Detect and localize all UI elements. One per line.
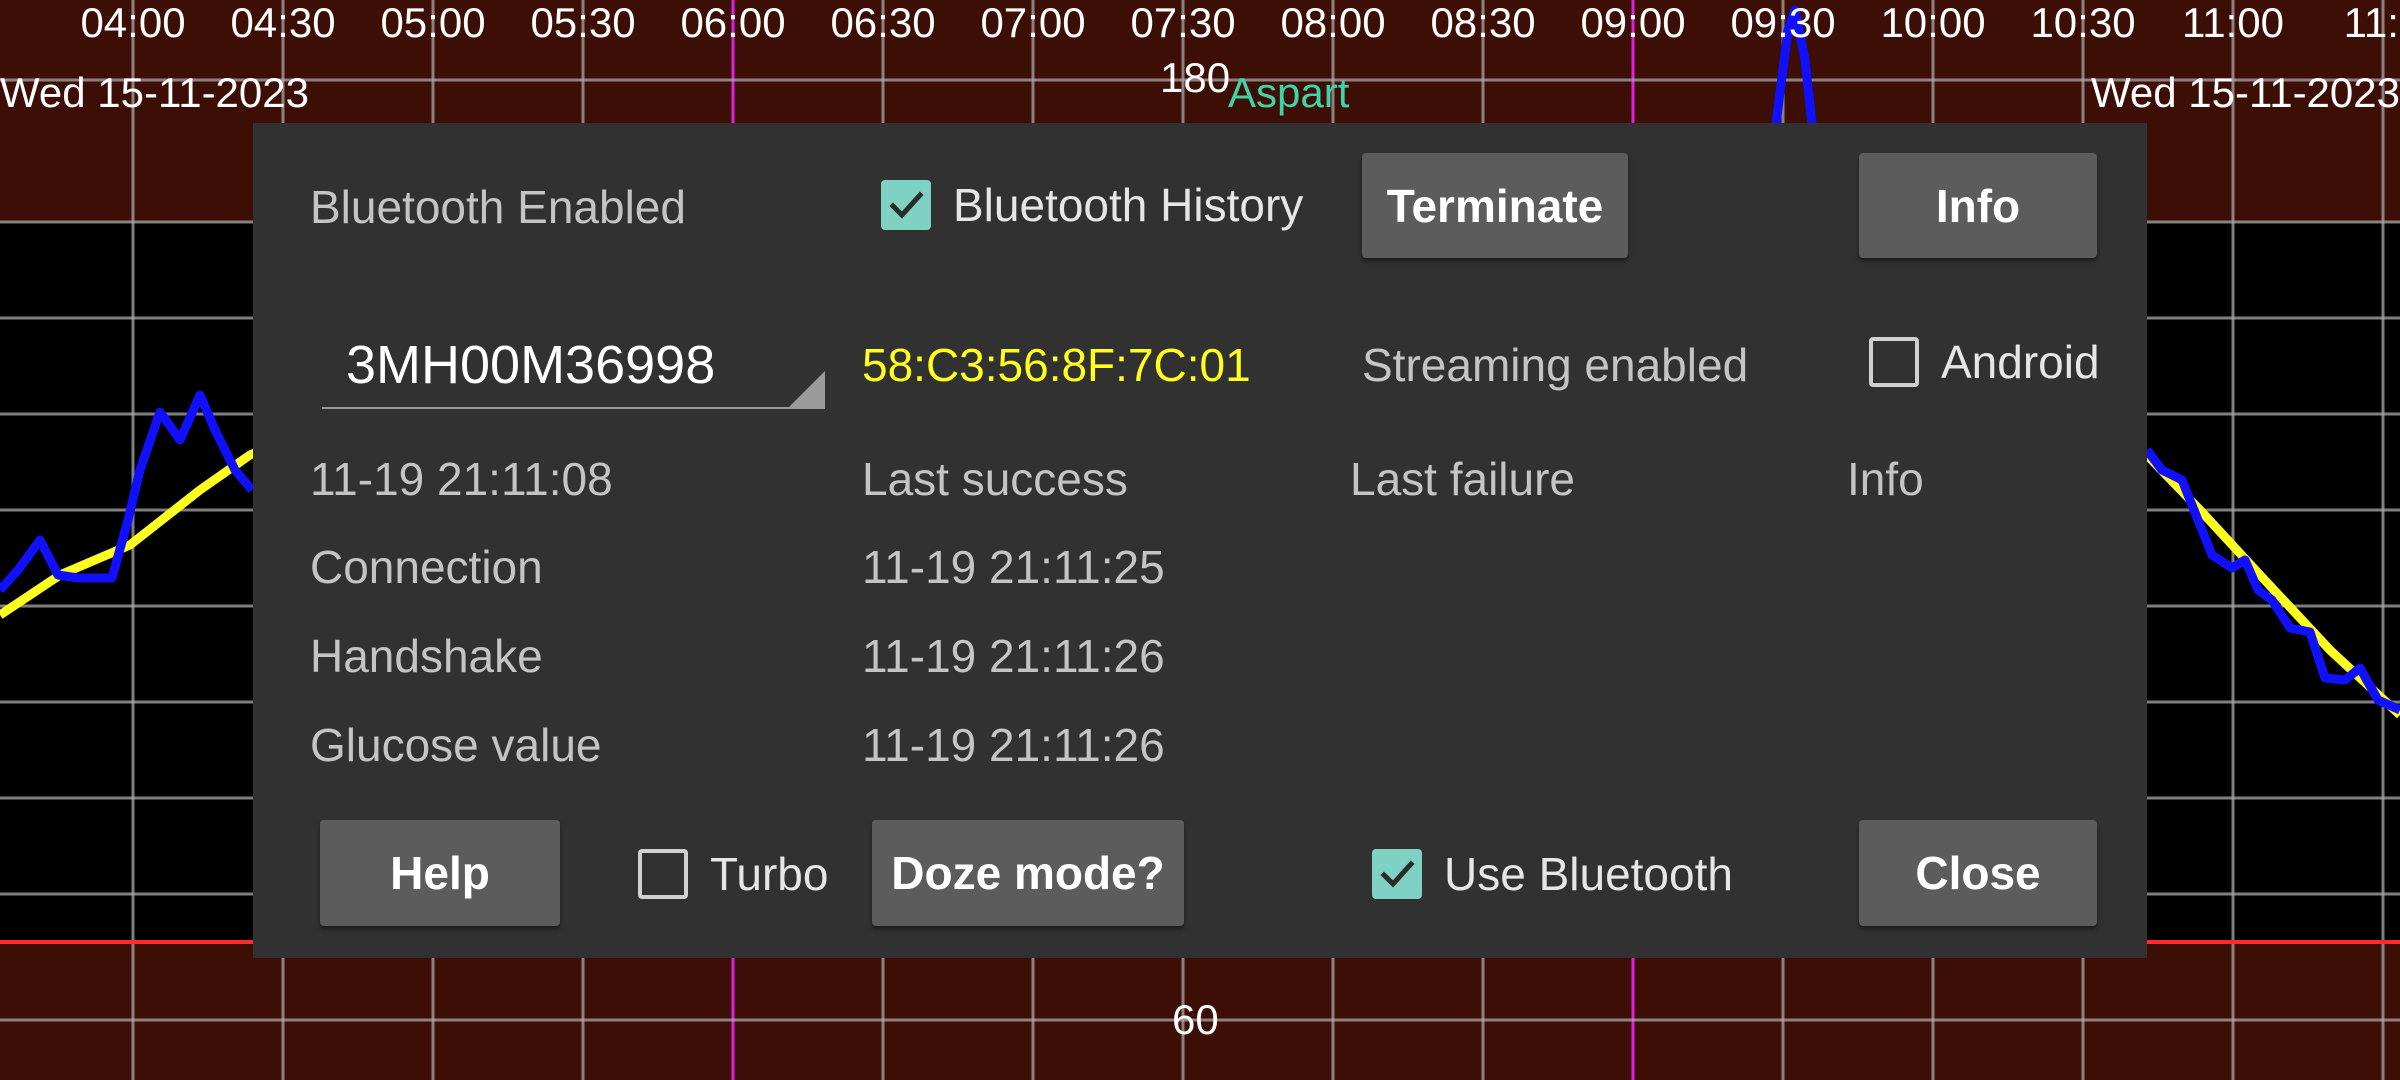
date-label-right: Wed 15-11-2023 xyxy=(2091,69,2400,116)
mac-address: 58:C3:56:8F:7C:01 xyxy=(862,339,1251,391)
low-level-label: 60 xyxy=(1172,996,1219,1043)
connection-label: Connection xyxy=(310,541,543,593)
android-label: Android xyxy=(1941,336,2100,388)
select-underline xyxy=(322,407,825,409)
help-button[interactable]: Help xyxy=(320,820,560,926)
time-axis-label: 06:00 xyxy=(680,0,786,46)
high-level-label: 180 xyxy=(1160,54,1231,101)
checkmark-icon xyxy=(889,191,924,219)
glucose-value-last-success: 11-19 21:11:26 xyxy=(862,719,1165,771)
checkbox-box xyxy=(1372,849,1422,899)
turbo-label: Turbo xyxy=(710,848,829,900)
bluetooth-history-label: Bluetooth History xyxy=(953,179,1304,231)
close-button[interactable]: Close xyxy=(1859,820,2097,926)
checkbox-box xyxy=(638,849,688,899)
checkbox-box xyxy=(881,180,931,230)
time-axis-label: 09:30 xyxy=(1730,0,1836,46)
sensor-select-value: 3MH00M36998 xyxy=(346,335,716,395)
connection-last-success: 11-19 21:11:25 xyxy=(862,541,1165,593)
use-bluetooth-checkbox[interactable]: Use Bluetooth xyxy=(1372,848,1733,900)
use-bluetooth-label: Use Bluetooth xyxy=(1444,848,1733,900)
bluetooth-dialog: Bluetooth Enabled Bluetooth History Term… xyxy=(253,123,2147,958)
time-axis-label: 06:30 xyxy=(830,0,936,46)
bluetooth-enabled-label: Bluetooth Enabled xyxy=(310,181,686,233)
dropdown-triangle-icon xyxy=(789,371,825,407)
handshake-last-success: 11-19 21:11:26 xyxy=(862,630,1165,682)
android-checkbox[interactable]: Android xyxy=(1869,336,2100,388)
time-axis-label: 04:00 xyxy=(80,0,186,46)
streaming-enabled-label: Streaming enabled xyxy=(1362,339,1749,391)
bluetooth-history-checkbox[interactable]: Bluetooth History xyxy=(881,179,1303,231)
sensor-select[interactable]: 3MH00M36998 xyxy=(322,323,825,409)
last-success-header: Last success xyxy=(862,453,1128,505)
turbo-checkbox[interactable]: Turbo xyxy=(638,848,828,900)
time-axis-label: 11:3 xyxy=(2343,0,2400,46)
info-header: Info xyxy=(1847,453,1924,505)
time-axis-label: 10:30 xyxy=(2030,0,2136,46)
time-axis-label: 04:30 xyxy=(230,0,336,46)
last-failure-header: Last failure xyxy=(1350,453,1576,505)
time-axis-label: 07:30 xyxy=(1130,0,1236,46)
time-axis-label: 08:00 xyxy=(1280,0,1386,46)
glucose-value-label: Glucose value xyxy=(310,719,602,771)
time-axis-label: 10:00 xyxy=(1880,0,1986,46)
date-label-left: Wed 15-11-2023 xyxy=(0,69,309,116)
time-axis-label: 08:30 xyxy=(1430,0,1536,46)
terminate-button[interactable]: Terminate xyxy=(1362,153,1628,258)
time-axis-label: 05:00 xyxy=(380,0,486,46)
time-axis-label: 11:00 xyxy=(2182,0,2284,46)
insulin-label: Aspart xyxy=(1228,69,1350,116)
status-time: 11-19 21:11:08 xyxy=(310,453,613,505)
checkbox-box xyxy=(1869,337,1919,387)
doze-mode-button[interactable]: Doze mode? xyxy=(872,820,1184,926)
time-axis-label: 07:00 xyxy=(980,0,1086,46)
handshake-label: Handshake xyxy=(310,630,543,682)
checkmark-icon xyxy=(1380,860,1415,888)
info-button[interactable]: Info xyxy=(1859,153,2097,258)
time-axis-label: 05:30 xyxy=(530,0,636,46)
time-axis-label: 09:00 xyxy=(1580,0,1686,46)
